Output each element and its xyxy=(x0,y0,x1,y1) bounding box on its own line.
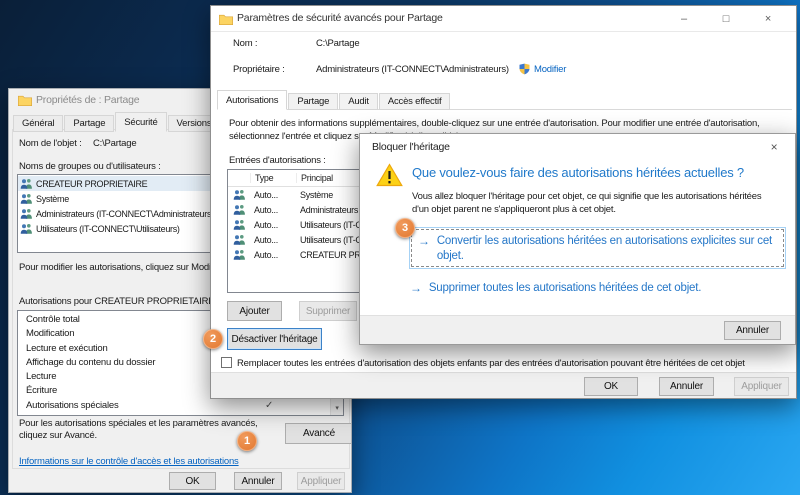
advanced-tab[interactable]: Accès effectif xyxy=(379,93,451,110)
tab-label: Partage xyxy=(73,118,105,129)
warning-icon xyxy=(376,163,403,190)
tab-label: Sécurité xyxy=(124,117,157,128)
permission-name: Lecture et exécution xyxy=(26,343,108,354)
object-name-label: Nom de l'objet : xyxy=(19,138,82,149)
close-icon[interactable]: × xyxy=(748,6,788,31)
name-label: Nom : xyxy=(233,38,257,49)
folder-icon xyxy=(219,14,233,25)
block-inheritance-dialog: Bloquer l'héritage × Que voulez-vous fai… xyxy=(359,133,796,345)
permission-name: Contrôle total xyxy=(26,314,80,325)
scroll-down-icon[interactable]: ▾ xyxy=(331,403,343,415)
tab-label: Accès effectif xyxy=(388,96,442,107)
disable-inheritance-button[interactable]: Désactiver l'héritage xyxy=(227,328,322,350)
tab-label: Autorisations xyxy=(226,95,278,106)
users-icon xyxy=(20,223,33,234)
convert-permissions-option[interactable]: → Convertir les autorisations héritées e… xyxy=(409,227,786,269)
users-icon xyxy=(20,193,33,204)
name-value: C:\Partage xyxy=(316,38,359,49)
step-badge-3: 3 xyxy=(395,218,415,238)
permission-name: Lecture xyxy=(26,371,56,382)
remove-button: Supprimer xyxy=(299,301,357,321)
owner-label: Propriétaire : xyxy=(233,64,285,75)
remove-option-label[interactable]: Supprimer toutes les autorisations hérit… xyxy=(429,281,701,296)
properties-cancel-button[interactable]: Annuler xyxy=(234,472,282,490)
properties-ok-button[interactable]: OK xyxy=(169,472,216,490)
desktop-wallpaper: Propriétés de : Partage Général Partage Sé… xyxy=(0,0,800,495)
users-icon xyxy=(20,208,33,219)
tab-label: Audit xyxy=(348,96,369,107)
owner-value: Administrateurs (IT-CONNECT\Administrate… xyxy=(316,64,509,75)
entry-type: Auto... xyxy=(250,205,296,215)
arrow-icon: → xyxy=(418,234,430,248)
add-button[interactable]: Ajouter xyxy=(227,301,282,321)
advanced-tab[interactable]: Audit xyxy=(339,93,378,110)
properties-tab[interactable]: Général xyxy=(13,115,63,132)
folder-icon xyxy=(18,95,32,106)
tab-label: Partage xyxy=(297,96,329,107)
advanced-ok-button[interactable]: OK xyxy=(584,377,638,396)
owner-modify-link[interactable]: Modifier xyxy=(534,64,566,75)
properties-tab[interactable]: Partage xyxy=(64,115,114,132)
advanced-tab[interactable]: Autorisations xyxy=(217,90,287,110)
advanced-cancel-button[interactable]: Annuler xyxy=(659,377,714,396)
step-badge-1: 1 xyxy=(237,431,257,451)
users-icon xyxy=(228,234,250,245)
users-icon xyxy=(228,204,250,215)
properties-dialog-title: Propriétés de : Partage xyxy=(36,94,139,106)
permissions-label: Autorisations pour CREATEUR PROPRIETAIRE xyxy=(19,296,214,307)
step-badge-2: 2 xyxy=(203,329,223,349)
tab-label: Général xyxy=(22,118,54,129)
close-icon[interactable]: × xyxy=(763,138,785,156)
entry-type: Auto... xyxy=(250,235,296,245)
group-name: CREATEUR PROPRIETAIRE xyxy=(36,179,147,189)
modify-hint: Pour modifier les autorisations, cliquez… xyxy=(19,262,225,273)
permission-name: Modification xyxy=(26,328,74,339)
block-cancel-button[interactable]: Annuler xyxy=(724,321,781,340)
users-icon xyxy=(228,219,250,230)
advanced-tab[interactable]: Partage xyxy=(288,93,338,110)
groups-label: Noms de groupes ou d'utilisateurs : xyxy=(19,161,161,172)
entry-type: Auto... xyxy=(250,220,296,230)
permission-item: Autorisations spéciales xyxy=(18,399,343,413)
replace-checkbox-label: Remplacer toutes les entrées d'autorisat… xyxy=(237,358,745,369)
entry-type: Auto... xyxy=(250,190,296,200)
users-icon xyxy=(228,189,250,200)
access-control-info-link[interactable]: Informations sur le contrôle d'accès et … xyxy=(19,456,239,467)
arrow-icon: → xyxy=(410,281,422,295)
permission-name: Autorisations spéciales xyxy=(26,400,119,411)
group-name: Utilisateurs (IT-CONNECT\Utilisateurs) xyxy=(36,224,180,234)
advanced-button[interactable]: Avancé xyxy=(285,423,352,444)
remove-permissions-option[interactable]: → Supprimer toutes les autorisations hér… xyxy=(410,281,701,296)
users-icon xyxy=(228,249,250,260)
object-name-value: C:\Partage xyxy=(93,138,136,149)
instructions-line1: Pour obtenir des informations supplément… xyxy=(229,118,759,129)
group-name: Administrateurs (IT-CONNECT\Administrate… xyxy=(36,209,214,219)
minimize-icon[interactable]: – xyxy=(664,6,704,31)
advanced-dialog-title: Paramètres de sécurité avancés pour Part… xyxy=(237,12,443,24)
permission-name: Écriture xyxy=(26,385,57,396)
properties-tab[interactable]: Sécurité xyxy=(115,112,166,132)
permission-name: Affichage du contenu du dossier xyxy=(26,357,155,368)
users-icon xyxy=(20,178,33,189)
entry-type: Auto... xyxy=(250,250,296,260)
entries-label: Entrées d'autorisations : xyxy=(229,155,326,166)
properties-apply-button: Appliquer xyxy=(297,472,345,490)
convert-option-label[interactable]: Convertir les autorisations héritées en … xyxy=(437,234,777,264)
replace-child-entries-checkbox[interactable] xyxy=(221,357,232,368)
uac-shield-icon xyxy=(519,63,530,75)
block-dialog-title: Bloquer l'héritage xyxy=(372,141,450,153)
block-dialog-question: Que voulez-vous faire des autorisations … xyxy=(412,165,744,180)
group-name: Système xyxy=(36,194,69,204)
advanced-tabs: Autorisations Partage Audit Accès effectif xyxy=(217,90,451,110)
block-dialog-body-line1: Vous allez bloquer l'héritage pour cet o… xyxy=(412,191,761,202)
advanced-titlebar[interactable]: Paramètres de sécurité avancés pour Part… xyxy=(211,6,796,32)
type-column-header[interactable]: Type xyxy=(250,173,296,183)
advanced-apply-button: Appliquer xyxy=(734,377,789,396)
maximize-icon[interactable]: □ xyxy=(706,6,746,31)
allow-checkmark: ✓ xyxy=(265,400,273,411)
block-dialog-body-line2: d'un objet parent ne s'appliqueront plus… xyxy=(412,204,616,215)
